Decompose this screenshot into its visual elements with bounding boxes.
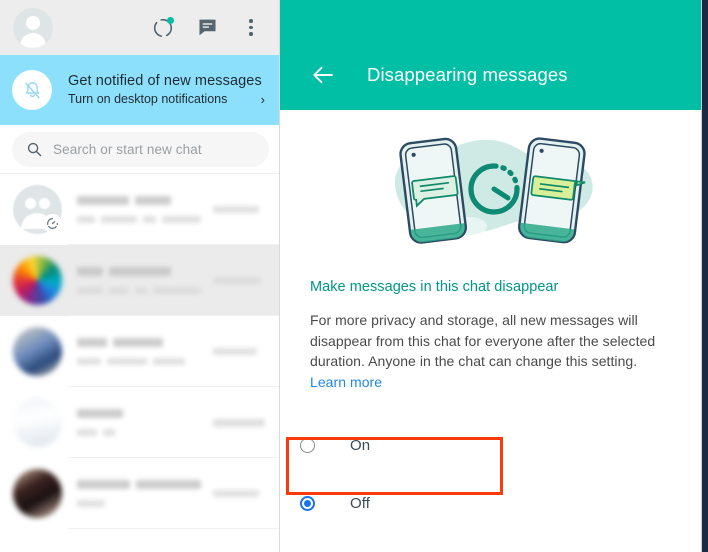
list-item[interactable]	[0, 387, 279, 458]
notification-banner-subtitle: Turn on desktop notifications	[68, 92, 228, 106]
notification-banner-title: Get notified of new messages	[68, 73, 262, 89]
search-bar-container: Search or start new chat	[0, 125, 279, 174]
description-text: For more privacy and storage, all new me…	[310, 312, 656, 369]
list-item-timestamp	[213, 206, 279, 213]
whatsapp-web-window: Get notified of new messages Turn on des…	[0, 0, 708, 552]
bell-muted-icon	[12, 70, 52, 110]
chat-list[interactable]	[0, 174, 279, 552]
list-item[interactable]	[0, 458, 279, 529]
chevron-right-icon: ›	[260, 92, 265, 107]
option-off-label: Off	[350, 494, 371, 512]
section-description: For more privacy and storage, all new me…	[310, 310, 675, 392]
list-item[interactable]	[0, 174, 279, 245]
sidebar-header-icons	[151, 16, 267, 40]
avatar-body-shape	[20, 32, 46, 48]
section-heading: Make messages in this chat disappear	[310, 279, 559, 295]
panel-header: Disappearing messages	[280, 0, 708, 110]
back-arrow-glyph	[313, 66, 333, 84]
list-item-text	[77, 409, 213, 436]
desktop-notification-banner[interactable]: Get notified of new messages Turn on des…	[0, 55, 279, 125]
avatar	[13, 398, 62, 447]
learn-more-link[interactable]: Learn more	[310, 374, 382, 390]
status-ring-icon[interactable]	[151, 16, 175, 40]
option-off[interactable]: Off	[280, 474, 708, 532]
radio-on[interactable]	[300, 437, 315, 453]
timer-icon	[47, 218, 58, 229]
list-item-timestamp	[213, 418, 279, 427]
illustration-graphic	[394, 137, 593, 244]
disappearing-timer-badge	[43, 214, 62, 233]
menu-dots-icon[interactable]	[239, 16, 263, 40]
list-item-timestamp	[213, 490, 279, 497]
bell-muted-glyph	[24, 81, 40, 98]
list-item[interactable]	[0, 245, 279, 316]
list-item[interactable]	[0, 316, 279, 387]
list-item-text	[77, 338, 213, 365]
avatar	[13, 327, 62, 376]
back-arrow-icon[interactable]	[310, 62, 336, 88]
disappearing-messages-panel: Disappearing messages Make messages in t…	[280, 0, 708, 552]
list-item-timestamp	[213, 277, 279, 284]
disappearing-messages-illustration	[280, 110, 708, 278]
search-icon	[27, 142, 42, 157]
new-chat-icon[interactable]	[195, 16, 219, 40]
list-item-timestamp	[213, 348, 279, 355]
notification-banner-subtitle-row: Turn on desktop notifications ›	[68, 91, 265, 108]
chat-sidebar: Get notified of new messages Turn on des…	[0, 0, 280, 552]
option-on[interactable]: On	[280, 416, 708, 474]
list-item-text	[77, 480, 213, 507]
avatar	[13, 469, 62, 518]
search-input[interactable]: Search or start new chat	[12, 132, 269, 167]
profile-avatar[interactable]	[13, 7, 53, 48]
notification-banner-text: Get notified of new messages Turn on des…	[68, 72, 265, 108]
avatar	[13, 256, 62, 305]
sidebar-header	[0, 0, 279, 55]
window-right-border	[702, 0, 708, 552]
page-title: Disappearing messages	[367, 64, 568, 85]
list-item-text	[77, 196, 213, 223]
status-unread-dot	[167, 16, 174, 24]
new-chat-glyph	[198, 19, 216, 36]
avatar-head-shape	[26, 15, 40, 30]
radio-off[interactable]	[300, 495, 315, 511]
panel-body: Make messages in this chat disappear For…	[280, 278, 708, 392]
duration-options: On Off	[280, 416, 708, 532]
list-item-text	[77, 267, 213, 294]
option-on-label: On	[350, 436, 371, 454]
menu-dots-glyph	[249, 19, 253, 36]
search-placeholder: Search or start new chat	[53, 142, 202, 157]
